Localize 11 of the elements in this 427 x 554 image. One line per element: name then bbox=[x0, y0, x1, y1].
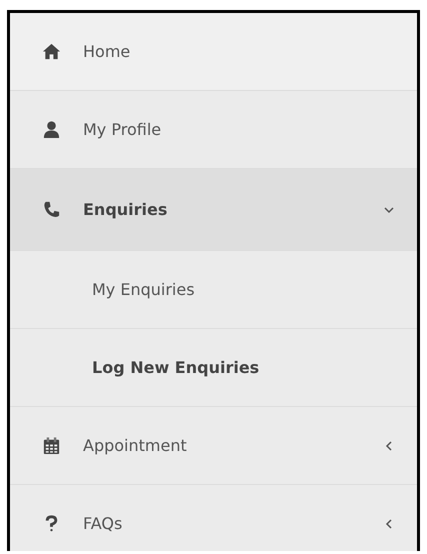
menu-label: My Profile bbox=[83, 120, 162, 139]
calendar-icon bbox=[42, 436, 61, 455]
menu-item[interactable]: Home bbox=[10, 13, 417, 91]
home-icon bbox=[42, 42, 61, 61]
menu-item[interactable]: Enquiries bbox=[10, 169, 417, 251]
menu-label: Enquiries bbox=[83, 200, 168, 219]
phone-icon bbox=[42, 200, 61, 219]
user-icon bbox=[42, 120, 61, 139]
menu-label: Appointment bbox=[83, 436, 188, 455]
menu-label: Home bbox=[83, 42, 132, 61]
menu-label: FAQs bbox=[83, 514, 124, 533]
